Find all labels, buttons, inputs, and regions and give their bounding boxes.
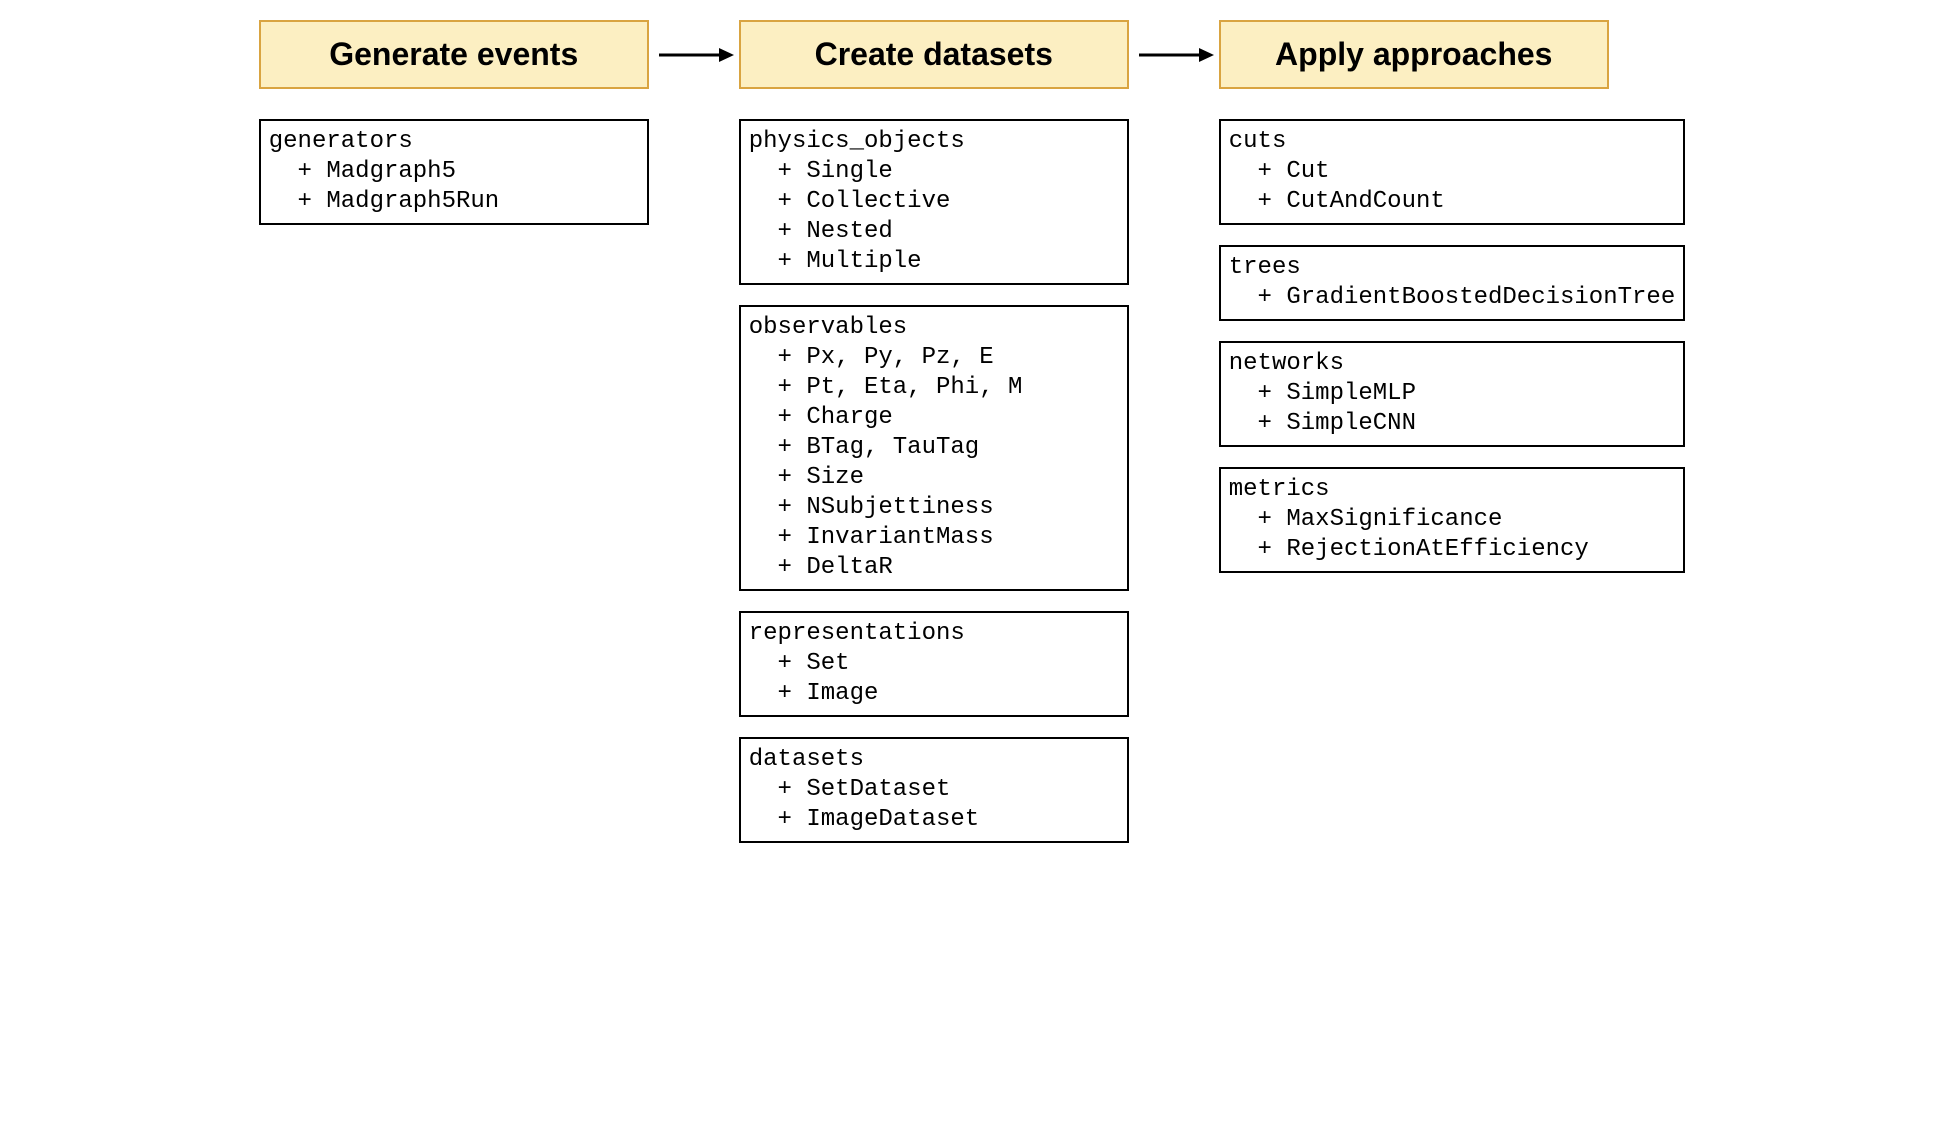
- arrow-2-wrap: [1129, 40, 1219, 70]
- module-item: + Size: [749, 463, 1119, 493]
- module-item: + Collective: [749, 187, 1119, 217]
- header-generate-events: Generate events: [259, 20, 649, 89]
- module-item: + SimpleMLP: [1229, 379, 1675, 409]
- module-item: + Pt, Eta, Phi, M: [749, 373, 1119, 403]
- arrow-right-icon: [1134, 40, 1214, 70]
- module-item: + Px, Py, Pz, E: [749, 343, 1119, 373]
- module-item: + Set: [749, 649, 1119, 679]
- columns-wrap: generators + Madgraph5 + Madgraph5Run ph…: [259, 119, 1685, 843]
- module-item: + Multiple: [749, 247, 1119, 277]
- module-title: physics_objects: [749, 127, 1119, 157]
- module-title: representations: [749, 619, 1119, 649]
- diagram-inner: Generate events Create datasets Apply ap…: [259, 20, 1685, 843]
- module-item: + ImageDataset: [749, 805, 1119, 835]
- module-title: datasets: [749, 745, 1119, 775]
- column-datasets: physics_objects + Single + Collective + …: [739, 119, 1129, 843]
- module-title: cuts: [1229, 127, 1675, 157]
- module-items: + SetDataset + ImageDataset: [749, 775, 1119, 835]
- column-approaches: cuts + Cut + CutAndCount trees + Gradien…: [1219, 119, 1685, 573]
- module-item: + Single: [749, 157, 1119, 187]
- module-observables: observables + Px, Py, Pz, E + Pt, Eta, P…: [739, 305, 1129, 591]
- module-item: + InvariantMass: [749, 523, 1119, 553]
- module-item: + Nested: [749, 217, 1119, 247]
- module-cuts: cuts + Cut + CutAndCount: [1219, 119, 1685, 225]
- module-items: + Px, Py, Pz, E + Pt, Eta, Phi, M + Char…: [749, 343, 1119, 583]
- module-physics-objects: physics_objects + Single + Collective + …: [739, 119, 1129, 285]
- module-item: + NSubjettiness: [749, 493, 1119, 523]
- module-item: + BTag, TauTag: [749, 433, 1119, 463]
- header-row: Generate events Create datasets Apply ap…: [259, 20, 1685, 89]
- arrow-1-wrap: [649, 40, 739, 70]
- module-trees: trees + GradientBoostedDecisionTree: [1219, 245, 1685, 321]
- module-items: + Cut + CutAndCount: [1229, 157, 1675, 217]
- module-title: observables: [749, 313, 1119, 343]
- module-item: + Cut: [1229, 157, 1675, 187]
- workflow-diagram: Generate events Create datasets Apply ap…: [20, 20, 1924, 843]
- module-representations: representations + Set + Image: [739, 611, 1129, 717]
- module-title: networks: [1229, 349, 1675, 379]
- header-create-datasets: Create datasets: [739, 20, 1129, 89]
- header-apply-approaches: Apply approaches: [1219, 20, 1609, 89]
- module-item: + SimpleCNN: [1229, 409, 1675, 439]
- module-title: trees: [1229, 253, 1675, 283]
- module-items: + Single + Collective + Nested + Multipl…: [749, 157, 1119, 277]
- module-metrics: metrics + MaxSignificance + RejectionAtE…: [1219, 467, 1685, 573]
- module-datasets: datasets + SetDataset + ImageDataset: [739, 737, 1129, 843]
- module-title: generators: [269, 127, 639, 157]
- module-items: + SimpleMLP + SimpleCNN: [1229, 379, 1675, 439]
- module-items: + GradientBoostedDecisionTree: [1229, 283, 1675, 313]
- module-item: + GradientBoostedDecisionTree: [1229, 283, 1675, 313]
- module-item: + SetDataset: [749, 775, 1119, 805]
- module-item: + Charge: [749, 403, 1119, 433]
- module-item: + MaxSignificance: [1229, 505, 1675, 535]
- module-items: + MaxSignificance + RejectionAtEfficienc…: [1229, 505, 1675, 565]
- module-title: metrics: [1229, 475, 1675, 505]
- arrow-right-icon: [654, 40, 734, 70]
- module-item: + CutAndCount: [1229, 187, 1675, 217]
- module-item: + Image: [749, 679, 1119, 709]
- module-item: + RejectionAtEfficiency: [1229, 535, 1675, 565]
- module-items: + Madgraph5 + Madgraph5Run: [269, 157, 639, 217]
- module-item: + DeltaR: [749, 553, 1119, 583]
- module-generators: generators + Madgraph5 + Madgraph5Run: [259, 119, 649, 225]
- module-item: + Madgraph5: [269, 157, 639, 187]
- module-items: + Set + Image: [749, 649, 1119, 709]
- column-generate: generators + Madgraph5 + Madgraph5Run: [259, 119, 649, 225]
- module-item: + Madgraph5Run: [269, 187, 639, 217]
- module-networks: networks + SimpleMLP + SimpleCNN: [1219, 341, 1685, 447]
